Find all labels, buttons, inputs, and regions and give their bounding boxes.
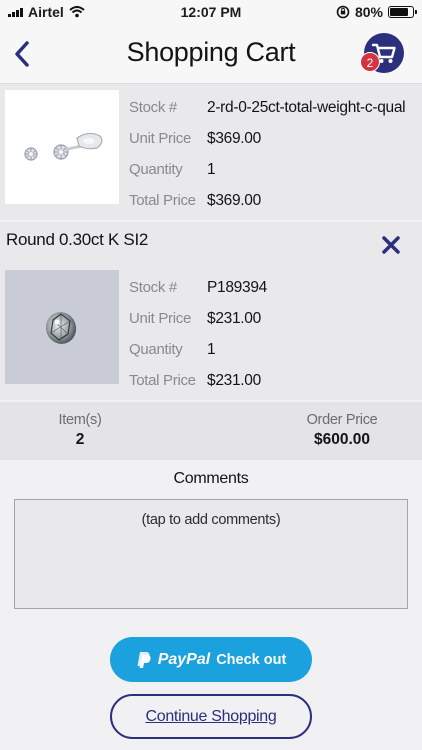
- order-price-group: Order Price $600.00: [290, 412, 394, 449]
- cart-item[interactable]: Stock # 2-rd-0-25ct-total-weight-c-qual …: [0, 84, 422, 220]
- items-count-group: Item(s) 2: [40, 412, 120, 449]
- total-price-row: Total Price $231.00: [129, 365, 267, 396]
- orientation-lock-icon: [336, 5, 350, 19]
- total-price-label: Total Price: [129, 192, 196, 209]
- stock-row: Stock # P189394: [129, 272, 267, 303]
- remove-item-button[interactable]: [380, 234, 402, 256]
- battery-fill: [390, 8, 408, 16]
- order-summary: Item(s) 2 Order Price $600.00: [0, 402, 422, 460]
- stock-value: P189394: [207, 278, 267, 296]
- quantity-label: Quantity: [129, 341, 183, 358]
- unit-price-row: Unit Price $369.00: [129, 123, 405, 154]
- stock-label: Stock #: [129, 279, 177, 296]
- items-count: 2: [75, 431, 85, 448]
- page-title: Shopping Cart: [126, 37, 296, 67]
- paypal-checkout-button[interactable]: PayPal Check out: [110, 637, 312, 682]
- stock-value: 2-rd-0-25ct-total-weight-c-qual: [207, 98, 406, 116]
- continue-shopping-button[interactable]: Continue Shopping: [110, 694, 312, 739]
- battery-percent: 80%: [354, 4, 383, 20]
- navigation-bar: Shopping Cart 2: [0, 24, 422, 84]
- comments-field[interactable]: (tap to add comments): [14, 499, 408, 609]
- unit-price-label: Unit Price: [129, 130, 192, 147]
- total-price-label: Total Price: [129, 372, 196, 389]
- paypal-wordmark: PayPal: [157, 650, 211, 668]
- battery-group: 80%: [336, 4, 417, 20]
- unit-price-row: Unit Price $231.00: [129, 303, 267, 334]
- quantity-row: Quantity 1: [129, 154, 405, 185]
- item-details: Stock # 2-rd-0-25ct-total-weight-c-qual …: [129, 92, 406, 216]
- item-details: Stock # P189394 Unit Price $231.00 Quant…: [129, 272, 267, 396]
- paypal-action-label: Check out: [216, 651, 287, 668]
- close-icon: [382, 236, 400, 254]
- total-price-row: Total Price $369.00: [129, 185, 405, 216]
- comments-placeholder: (tap to add comments): [141, 512, 281, 528]
- item-title: Round 0.30ct K SI2: [6, 230, 149, 249]
- unit-price-value: $231.00: [207, 309, 261, 327]
- paypal-logo-icon: [137, 651, 151, 668]
- cart-item[interactable]: Round 0.30ct K SI2 Stock # P189394 Unit …: [0, 222, 422, 400]
- order-price-value: $600.00: [313, 431, 371, 448]
- total-price-value: $231.00: [207, 371, 261, 389]
- continue-shopping-label: Continue Shopping: [145, 707, 277, 725]
- quantity-label: Quantity: [129, 161, 183, 178]
- product-image-earrings: [5, 90, 119, 204]
- stock-label: Stock #: [129, 99, 177, 116]
- total-price-value: $369.00: [207, 191, 261, 209]
- product-image-diamond: [5, 270, 119, 384]
- quantity-row: Quantity 1: [129, 334, 267, 365]
- unit-price-label: Unit Price: [129, 310, 192, 327]
- cart-count-badge: 2: [360, 52, 380, 72]
- items-label: Item(s): [58, 412, 102, 428]
- status-bar: Airtel 12:07 PM 80%: [0, 0, 422, 24]
- quantity-value: 1: [207, 160, 216, 178]
- comments-heading: Comments: [173, 470, 249, 487]
- quantity-value: 1: [207, 340, 216, 358]
- unit-price-value: $369.00: [207, 129, 261, 147]
- battery-icon: [388, 6, 417, 18]
- order-price-label: Order Price: [306, 412, 378, 428]
- stock-row: Stock # 2-rd-0-25ct-total-weight-c-qual: [129, 92, 406, 123]
